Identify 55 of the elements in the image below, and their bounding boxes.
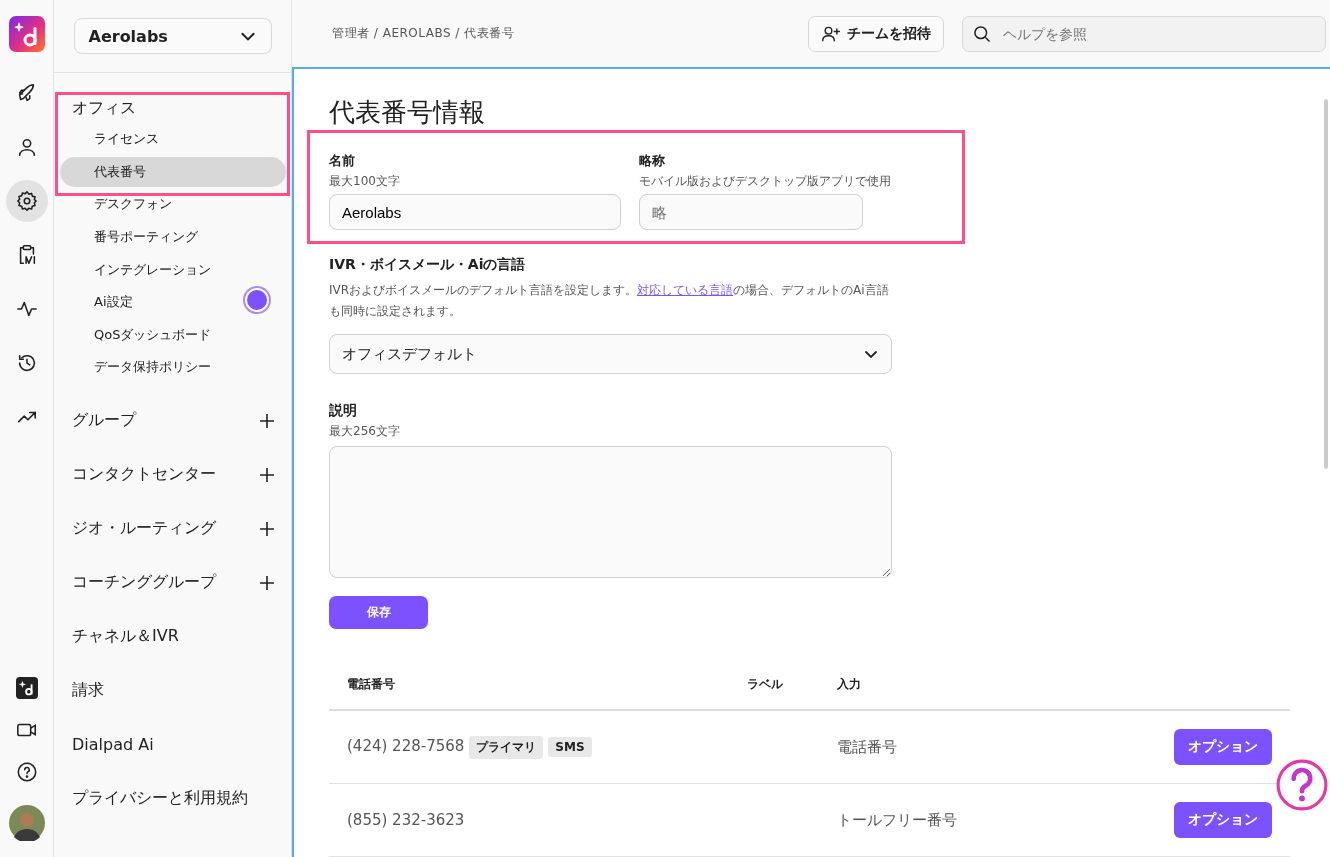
sidebar-item[interactable]: ライセンス: [60, 124, 286, 155]
plus-icon[interactable]: [259, 520, 275, 537]
sidebar-section[interactable]: グループ: [72, 410, 136, 432]
sidebar-section[interactable]: コーチンググループ: [72, 572, 216, 594]
field-label: 名前: [329, 152, 356, 170]
supported-languages-link[interactable]: 対応している言語: [637, 283, 734, 297]
sidebar-section[interactable]: プライバシーと利用規約: [72, 788, 248, 810]
breadcrumb: 管理者 / AEROLABS / 代表番号: [332, 25, 515, 42]
sidebar-item[interactable]: 代表番号: [60, 156, 286, 187]
field-hint: 最大100文字: [329, 173, 401, 190]
status-dot-icon[interactable]: [245, 287, 269, 312]
user-avatar[interactable]: [8, 805, 45, 841]
options-button[interactable]: オプション: [1174, 729, 1272, 765]
language-description: IVRおよびボイスメールのデフォルト言語を設定します。対応している言語の場合、デフォルトのAi言語も同時に設定されます。: [329, 282, 890, 320]
app-logo[interactable]: [8, 16, 45, 52]
tag: プライマリ: [469, 735, 544, 759]
sidebar-section[interactable]: チャネル＆IVR: [72, 626, 179, 648]
gear-icon[interactable]: [5, 180, 48, 222]
field-hint: モバイル版およびデスクトップ版アプリで使用: [639, 173, 891, 190]
abbreviation-input[interactable]: 略: [639, 194, 863, 230]
sidebar-item[interactable]: QoSダッシュボード: [60, 319, 286, 350]
sidebar-section[interactable]: コンタクトセンター: [72, 464, 216, 486]
save-button[interactable]: 保存: [329, 596, 428, 629]
search-icon: [972, 23, 992, 44]
sidebar-section[interactable]: ジオ・ルーティング: [72, 518, 216, 540]
sidebar-group-title: オフィス: [71, 97, 137, 119]
sidebar-item[interactable]: Ai設定: [60, 287, 286, 318]
sidebar-item[interactable]: インテグレーション: [60, 254, 286, 285]
number-type: 電話番号: [837, 737, 897, 756]
sidebar-item[interactable]: デスクフォン: [60, 189, 286, 220]
field-hint: 最大256文字: [329, 423, 401, 440]
field-label: 説明: [329, 402, 358, 420]
search-field[interactable]: ヘルプを参照: [962, 15, 1326, 52]
sidebar-item[interactable]: データ保持ポリシー: [60, 352, 286, 383]
language-dropdown[interactable]: オフィスデフォルト: [329, 334, 892, 374]
column-header: 電話番号: [347, 676, 395, 691]
sidebar-section[interactable]: 請求: [72, 680, 104, 702]
column-header: ラベル: [747, 676, 783, 691]
phone-number: (855) 232-3623: [347, 811, 465, 829]
page-title: 代表番号情報: [329, 96, 486, 129]
options-button[interactable]: オプション: [1174, 802, 1272, 838]
phone-number: (424) 228-7568: [347, 736, 465, 755]
column-header: 入力: [837, 676, 861, 691]
organization-dropdown[interactable]: Aerolabs: [73, 18, 272, 54]
sidebar-item[interactable]: 番号ポーティング: [60, 222, 286, 253]
plus-icon[interactable]: [259, 412, 275, 429]
number-type: トールフリー番号: [837, 810, 957, 829]
plus-icon[interactable]: [259, 466, 275, 483]
name-input[interactable]: Aerolabs: [329, 194, 621, 230]
field-label: 略称: [639, 152, 666, 170]
tag: SMS: [548, 736, 592, 757]
invite-team-button[interactable]: チームを招待: [808, 15, 944, 52]
plus-icon[interactable]: [259, 574, 275, 591]
field-label: IVR・ボイスメール・Aiの言語: [329, 256, 527, 274]
sidebar-section[interactable]: Dialpad Ai: [72, 735, 154, 755]
